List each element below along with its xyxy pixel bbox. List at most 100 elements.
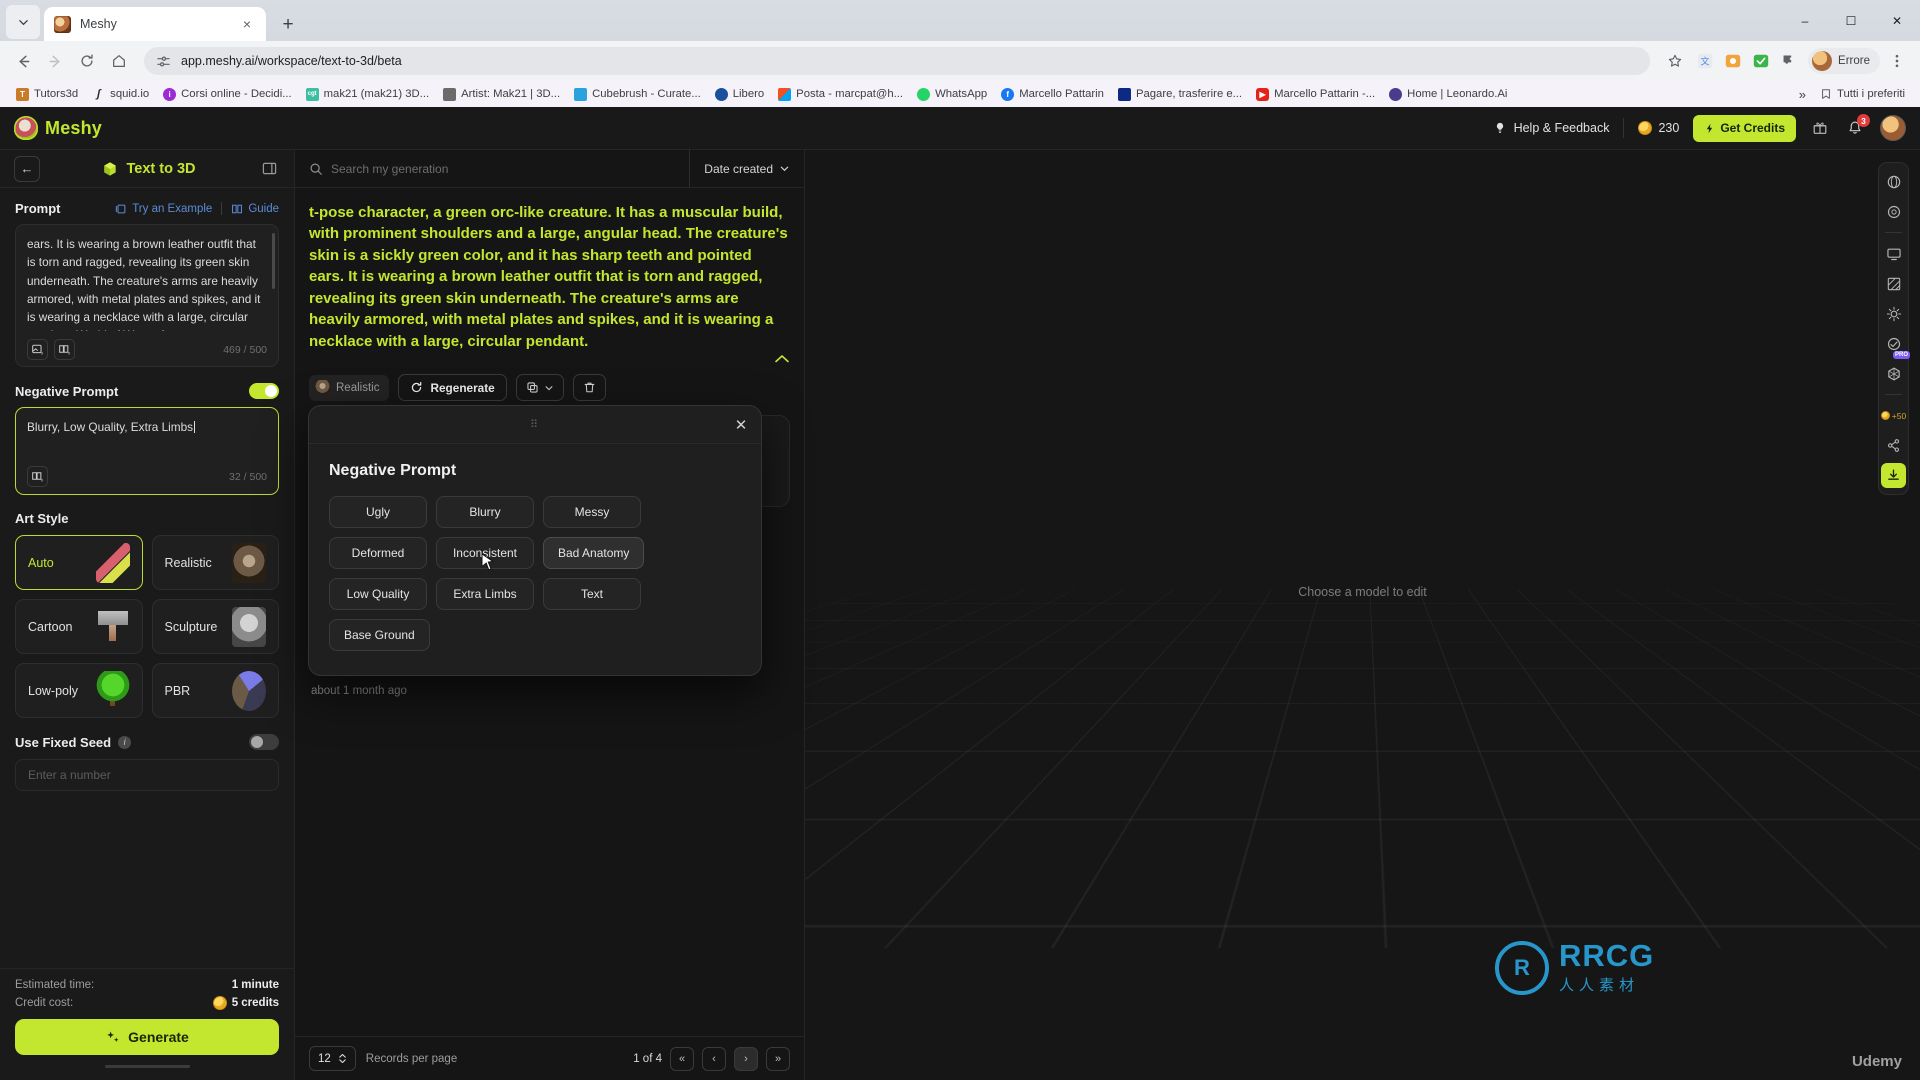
get-credits-button[interactable]: Get Credits [1693, 114, 1796, 142]
translate-extension-icon[interactable]: 文 [1692, 48, 1718, 74]
sort-dropdown[interactable]: Date created [689, 150, 790, 187]
modal-drag-handle[interactable]: ⠿ ✕ [309, 406, 761, 444]
tab-close-icon[interactable]: × [238, 15, 256, 33]
clear-image-icon[interactable]: x [27, 339, 48, 360]
geometry-tool-icon[interactable] [1881, 361, 1906, 386]
negative-tag-inconsistent[interactable]: Inconsistent [436, 537, 534, 569]
fixed-seed-toggle[interactable] [249, 734, 279, 750]
minimize-button[interactable]: – [1782, 0, 1828, 41]
art-style-option-lowpoly[interactable]: Low-poly [15, 663, 143, 718]
3d-viewport[interactable]: Choose a model to edit PRO +50 R RRCG 人人… [805, 150, 1920, 1080]
extension-icon-2[interactable] [1748, 48, 1774, 74]
back-icon[interactable] [8, 46, 38, 76]
share-tool-icon[interactable] [1881, 433, 1906, 458]
meshy-logo[interactable]: Meshy [14, 116, 102, 140]
info-icon[interactable]: i [118, 735, 132, 749]
circle-tool-icon[interactable] [1881, 199, 1906, 224]
bookmark-star-icon[interactable] [1660, 46, 1690, 76]
delete-button[interactable] [572, 374, 606, 402]
guide-button[interactable]: Guide [231, 203, 279, 215]
negative-tag-messy[interactable]: Messy [543, 496, 641, 528]
generate-button[interactable]: Generate [15, 1019, 279, 1055]
profile-chip[interactable]: Errore [1808, 48, 1880, 74]
bookmark-item[interactable]: Artist: Mak21 | 3D... [436, 86, 567, 103]
last-page-button[interactable]: » [766, 1046, 790, 1071]
extensions-puzzle-icon[interactable] [1776, 48, 1802, 74]
bookmark-item[interactable]: cgt mak21 (mak21) 3D... [299, 86, 436, 103]
gift-icon[interactable] [1810, 118, 1830, 138]
reload-icon[interactable] [72, 46, 102, 76]
credits-tool-icon[interactable]: +50 [1880, 403, 1906, 428]
prompt-scrollbar[interactable] [272, 233, 275, 289]
clear-text-icon[interactable]: x [54, 339, 75, 360]
negative-tag-extra-limbs[interactable]: Extra Limbs [436, 578, 534, 610]
bookmark-item[interactable]: WhatsApp [910, 86, 994, 103]
art-style-option-cartoon[interactable]: Cartoon [15, 599, 143, 654]
first-page-button[interactable]: « [670, 1046, 694, 1071]
forward-icon[interactable] [40, 46, 70, 76]
bookmark-item[interactable]: ʃ squid.io [85, 86, 156, 103]
bookmark-item[interactable]: T Tutors3d [9, 86, 85, 103]
browser-tab[interactable]: Meshy × [44, 7, 266, 41]
home-icon[interactable] [104, 46, 134, 76]
records-per-page-select[interactable]: 12 [309, 1046, 356, 1071]
negative-tag-text[interactable]: Text [543, 578, 641, 610]
credits-indicator[interactable]: 230 [1638, 121, 1679, 135]
art-style-option-auto[interactable]: Auto [15, 535, 143, 590]
pro-tool-icon[interactable]: PRO [1881, 331, 1910, 359]
sidebar-back-button[interactable]: ← [14, 155, 40, 182]
negative-tag-low-quality[interactable]: Low Quality [329, 578, 427, 610]
negative-tag-blurry[interactable]: Blurry [436, 496, 534, 528]
search-generations[interactable]: Search my generation [309, 162, 681, 176]
user-avatar[interactable] [1880, 115, 1906, 141]
new-tab-button[interactable]: + [274, 10, 302, 38]
try-example-button[interactable]: Try an Example [115, 203, 212, 215]
collapse-prompt-icon[interactable] [309, 354, 790, 364]
maximize-button[interactable]: ☐ [1828, 0, 1874, 41]
negative-prompt-textarea[interactable]: Blurry, Low Quality, Extra Limbs x 32 / … [15, 407, 279, 495]
bookmark-item[interactable]: f Marcello Pattarin [994, 86, 1111, 103]
bookmark-item[interactable]: Home | Leonardo.Ai [1382, 86, 1514, 103]
next-page-button[interactable]: › [734, 1046, 758, 1071]
regenerate-button[interactable]: Regenerate [398, 374, 507, 402]
lighting-tool-icon[interactable] [1881, 301, 1906, 326]
negative-tag-bad-anatomy[interactable]: Bad Anatomy [543, 537, 645, 569]
duplicate-button[interactable] [515, 374, 564, 402]
window-close-button[interactable]: ✕ [1874, 0, 1920, 41]
bookmark-label: Posta - marcpat@h... [796, 88, 904, 100]
address-bar[interactable]: app.meshy.ai/workspace/text-to-3d/beta [144, 47, 1651, 75]
all-bookmarks-button[interactable]: Tutti i preferiti [1814, 86, 1911, 102]
prompt-textarea[interactable]: ears. It is wearing a brown leather outf… [15, 224, 279, 367]
prev-page-button[interactable]: ‹ [702, 1046, 726, 1071]
download-tool-icon[interactable] [1881, 463, 1906, 488]
art-style-option-pbr[interactable]: PBR [151, 663, 279, 718]
site-settings-icon[interactable] [156, 54, 171, 69]
negative-prompt-toggle[interactable] [249, 383, 279, 399]
bookmark-item[interactable]: Cubebrush - Curate... [567, 86, 708, 103]
extension-icon-1[interactable] [1720, 48, 1746, 74]
texture-tool-icon[interactable] [1881, 271, 1906, 296]
bookmark-item[interactable]: Libero [708, 86, 771, 103]
negative-tag-ugly[interactable]: Ugly [329, 496, 427, 528]
bookmark-item[interactable]: Pagare, trasferire e... [1111, 86, 1249, 103]
bookmark-item[interactable]: ▶ Marcello Pattarin -... [1249, 86, 1382, 103]
display-tool-icon[interactable] [1881, 241, 1906, 266]
tab-search-chevron-icon[interactable] [6, 5, 40, 39]
clear-negative-text-icon[interactable]: x [27, 466, 48, 488]
art-style-option-realistic[interactable]: Realistic [151, 535, 279, 590]
bookmark-item[interactable]: i Corsi online - Decidi... [156, 86, 299, 103]
negative-tag-base-ground[interactable]: Base Ground [329, 619, 430, 651]
chrome-menu-icon[interactable] [1882, 46, 1912, 76]
panel-toggle-icon[interactable] [258, 158, 280, 180]
estimated-time-value: 1 minute [231, 979, 279, 991]
art-style-option-sculpture[interactable]: Sculpture [151, 599, 279, 654]
credit-cost-value-wrap: 5 credits [212, 996, 279, 1010]
negative-tag-deformed[interactable]: Deformed [329, 537, 427, 569]
notifications-button[interactable]: 3 [1844, 114, 1870, 139]
bookmark-item[interactable]: Posta - marcpat@h... [771, 86, 910, 103]
bookmarks-overflow-icon[interactable]: » [1791, 87, 1814, 102]
modal-close-button[interactable]: ✕ [731, 415, 751, 435]
seed-input[interactable]: Enter a number [15, 759, 279, 791]
help-feedback-button[interactable]: Help & Feedback [1493, 121, 1609, 135]
sphere-tool-icon[interactable] [1881, 169, 1906, 194]
